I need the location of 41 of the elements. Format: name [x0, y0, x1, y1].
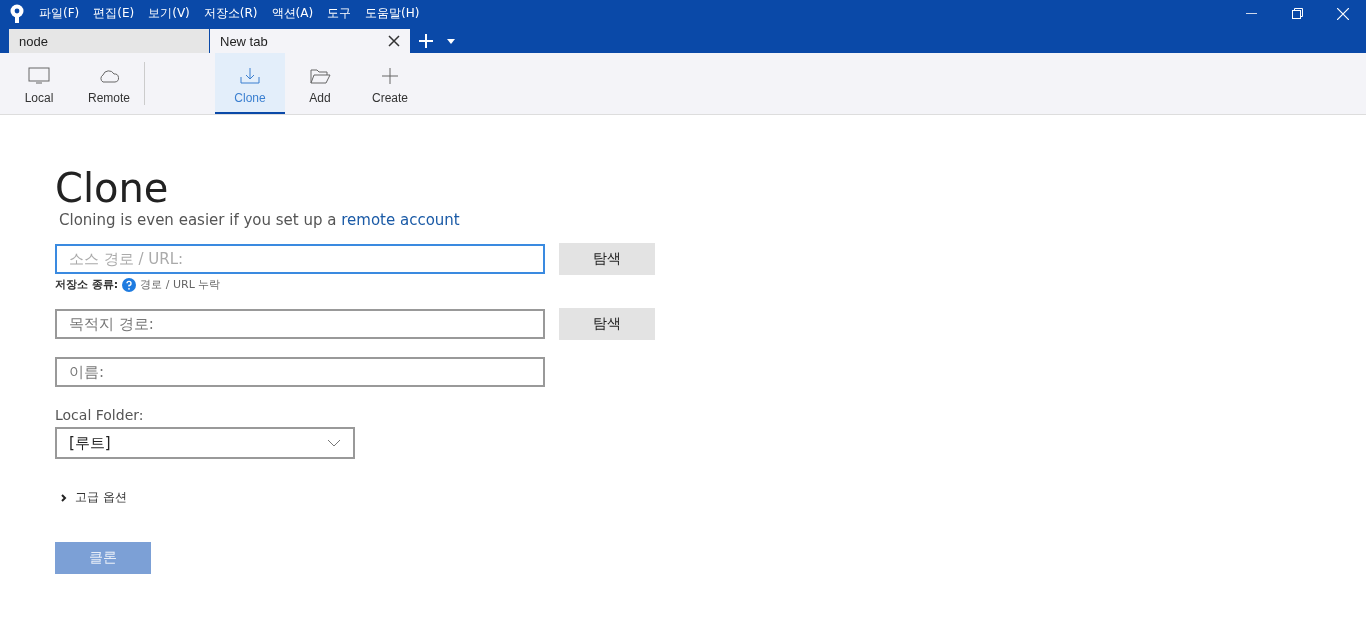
page-title: Clone — [55, 165, 170, 211]
toolbar-button[interactable]: Create — [355, 53, 425, 114]
repo-type-label: 저장소 종류: — [55, 277, 119, 292]
toolbar-button[interactable]: Clone — [215, 53, 285, 114]
close-tab-icon[interactable] — [388, 35, 400, 47]
restore-icon[interactable] — [1291, 8, 1303, 19]
toolbar-button[interactable]: Remote — [74, 53, 144, 114]
monitor-icon — [28, 66, 50, 85]
input-field[interactable]: 소스 경로 / URL: — [55, 244, 545, 274]
menu-item[interactable]: 편집(E) — [93, 5, 135, 22]
browse-button[interactable]: 탐색 — [559, 308, 655, 340]
plus-icon — [379, 66, 401, 85]
menu-item[interactable]: 저장소(R) — [203, 5, 258, 22]
menu-item[interactable]: 도움말(H) — [365, 5, 420, 22]
input-field[interactable]: 목적지 경로: — [55, 309, 545, 339]
menu-item[interactable]: 도구 — [327, 5, 352, 22]
minimize-icon[interactable] — [1245, 12, 1257, 15]
subtitle-text: Cloning is even easier if you set up a remote account — [59, 211, 461, 229]
repo-type-status: 경로 / URL 누락 — [140, 277, 221, 292]
new-tab-icon[interactable] — [419, 34, 433, 48]
remote-account-link[interactable]: remote account — [341, 211, 460, 229]
local-folder-dropdown[interactable]: [루트] — [55, 427, 355, 459]
chevron-down-icon — [327, 439, 341, 447]
toolbar-button[interactable]: Add — [285, 53, 355, 114]
advanced-options-toggle[interactable]: 고급 옵션 — [61, 489, 127, 506]
toolbar-button[interactable]: Local — [4, 53, 74, 114]
dropdown-caret-icon[interactable] — [447, 38, 455, 44]
browse-button[interactable]: 탐색 — [559, 243, 655, 275]
menu-item[interactable]: 보기(V) — [148, 5, 190, 22]
input-field[interactable]: 이름: — [55, 357, 545, 387]
menu-item[interactable]: 액션(A) — [271, 5, 314, 22]
local-folder-label: Local Folder: — [55, 407, 145, 423]
help-icon — [122, 277, 137, 292]
logo-icon — [9, 3, 25, 24]
tab[interactable]: node — [9, 29, 209, 53]
download-icon — [239, 66, 261, 85]
chevron-right-icon — [61, 493, 67, 502]
folder-icon — [309, 66, 331, 85]
menu-item[interactable]: 파일(F) — [39, 5, 80, 22]
tab[interactable]: New tab — [210, 29, 410, 53]
close-icon[interactable] — [1337, 7, 1349, 20]
